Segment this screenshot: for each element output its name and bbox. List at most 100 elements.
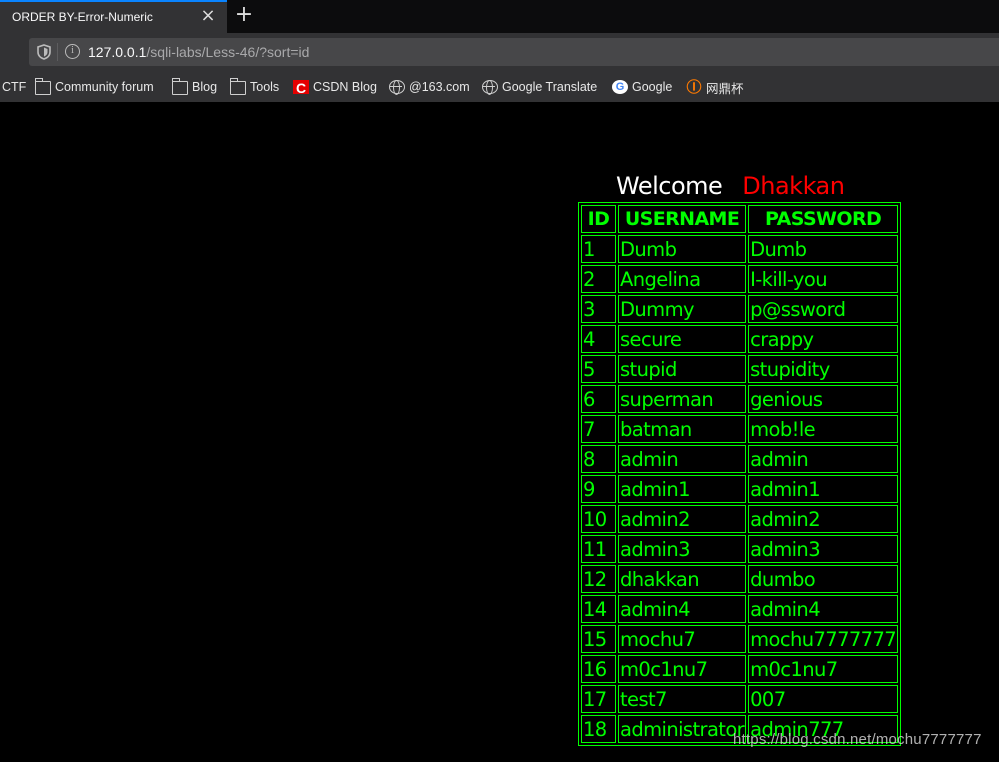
cell-id: 17 xyxy=(581,685,616,713)
cell-username: Dummy xyxy=(618,295,747,323)
url-separator xyxy=(57,43,58,61)
cell-password: m0c1nu7 xyxy=(748,655,899,683)
cell-username: admin xyxy=(618,445,747,473)
table-header-row: ID USERNAME PASSWORD xyxy=(581,205,899,233)
users-table: ID USERNAME PASSWORD 1 Dumb Dumb 2 Angelina I… xyxy=(578,202,902,746)
cell-password: admin4 xyxy=(748,595,899,623)
cell-password: Dumb xyxy=(748,235,899,263)
cell-id: 6 xyxy=(581,385,616,413)
cell-id: 8 xyxy=(581,445,616,473)
cell-id: 11 xyxy=(581,535,616,563)
table-row: 15 mochu7 mochu7777777 xyxy=(581,625,899,653)
nav-bar: i 127.0.0.1/sqli-labs/Less-46/?sort=id xyxy=(0,33,999,71)
cell-id: 18 xyxy=(581,715,616,743)
cell-username: admin4 xyxy=(618,595,747,623)
cell-username: m0c1nu7 xyxy=(618,655,747,683)
cell-username: secure xyxy=(618,325,747,353)
shield-icon[interactable] xyxy=(37,44,51,60)
cell-username: batman xyxy=(618,415,747,443)
folder-icon xyxy=(35,78,51,95)
table-row: 8 admin admin xyxy=(581,445,899,473)
cell-password: admin3 xyxy=(748,535,899,563)
welcome-message: Welcome Dhakkan xyxy=(616,172,845,200)
close-tab-icon[interactable]: × xyxy=(199,7,217,25)
cell-password: 007 xyxy=(748,685,899,713)
header-id: ID xyxy=(581,205,616,233)
url-text[interactable]: 127.0.0.1/sqli-labs/Less-46/?sort=id xyxy=(88,44,309,60)
cell-username: stupid xyxy=(618,355,747,383)
cell-id: 5 xyxy=(581,355,616,383)
cell-password: admin xyxy=(748,445,899,473)
table-row: 3 Dummy p@ssword xyxy=(581,295,899,323)
watermark: https://blog.csdn.net/mochu7777777 xyxy=(733,731,982,748)
cell-password: admin2 xyxy=(748,505,899,533)
tab-bar: ORDER BY-Error-Numeric × + xyxy=(0,0,999,33)
google-icon: G xyxy=(612,80,628,94)
header-password: PASSWORD xyxy=(748,205,899,233)
table-row: 16 m0c1nu7 m0c1nu7 xyxy=(581,655,899,683)
cell-id: 15 xyxy=(581,625,616,653)
cell-password: admin1 xyxy=(748,475,899,503)
cell-password: genious xyxy=(748,385,899,413)
user-name: Dhakkan xyxy=(742,172,845,200)
cell-id: 12 xyxy=(581,565,616,593)
folder-icon xyxy=(172,78,188,95)
table-row: 11 admin3 admin3 xyxy=(581,535,899,563)
bookmark-wangdingbei[interactable]: Ⓘ 网鼎杯 xyxy=(686,79,743,96)
table-row: 12 dhakkan dumbo xyxy=(581,565,899,593)
table-row: 4 secure crappy xyxy=(581,325,899,353)
cell-username: admin2 xyxy=(618,505,747,533)
browser-tab[interactable]: ORDER BY-Error-Numeric × xyxy=(0,0,227,33)
cell-id: 2 xyxy=(581,265,616,293)
info-icon[interactable]: i xyxy=(65,44,80,59)
cell-id: 16 xyxy=(581,655,616,683)
bookmark-blog[interactable]: Blog xyxy=(172,78,217,95)
table-row: 7 batman mob!le xyxy=(581,415,899,443)
cell-username: admin1 xyxy=(618,475,747,503)
cell-id: 1 xyxy=(581,235,616,263)
cell-password: mochu7777777 xyxy=(748,625,899,653)
cell-username: administrator xyxy=(618,715,747,743)
bookmark-tools[interactable]: Tools xyxy=(230,78,279,95)
bookmark-google-translate[interactable]: Google Translate xyxy=(482,79,597,95)
globe-icon xyxy=(482,80,498,95)
tab-title: ORDER BY-Error-Numeric xyxy=(12,10,153,24)
cell-username: mochu7 xyxy=(618,625,747,653)
globe-icon xyxy=(389,80,405,95)
table-row: 2 Angelina I-kill-you xyxy=(581,265,899,293)
bookmark-csdn-blog[interactable]: C CSDN Blog xyxy=(293,79,377,96)
welcome-text: Welcome xyxy=(616,172,723,200)
cell-id: 14 xyxy=(581,595,616,623)
table-row: 6 superman genious xyxy=(581,385,899,413)
table-row: 1 Dumb Dumb xyxy=(581,235,899,263)
cell-password: mob!le xyxy=(748,415,899,443)
csdn-icon: C xyxy=(293,80,309,96)
table-row: 14 admin4 admin4 xyxy=(581,595,899,623)
bookmark-163[interactable]: @163.com xyxy=(389,79,470,95)
header-username: USERNAME xyxy=(618,205,747,233)
cell-id: 3 xyxy=(581,295,616,323)
bookmark-google[interactable]: G Google xyxy=(612,79,672,95)
wangding-icon: Ⓘ xyxy=(686,79,702,96)
bookmark-ctf[interactable]: CTF xyxy=(2,79,26,95)
cell-id: 10 xyxy=(581,505,616,533)
table-row: 5 stupid stupidity xyxy=(581,355,899,383)
cell-username: superman xyxy=(618,385,747,413)
bookmark-community-forum[interactable]: Community forum xyxy=(35,78,154,95)
cell-id: 4 xyxy=(581,325,616,353)
bookmarks-toolbar: CTF Community forum Blog Tools C CSDN Blo… xyxy=(0,71,999,102)
table-row: 17 test7 007 xyxy=(581,685,899,713)
new-tab-button[interactable]: + xyxy=(233,4,255,26)
cell-username: admin3 xyxy=(618,535,747,563)
cell-username: Angelina xyxy=(618,265,747,293)
url-bar[interactable]: i 127.0.0.1/sqli-labs/Less-46/?sort=id xyxy=(29,38,999,66)
table-row: 9 admin1 admin1 xyxy=(581,475,899,503)
cell-username: Dumb xyxy=(618,235,747,263)
folder-icon xyxy=(230,78,246,95)
cell-username: test7 xyxy=(618,685,747,713)
cell-password: p@ssword xyxy=(748,295,899,323)
cell-password: stupidity xyxy=(748,355,899,383)
cell-id: 9 xyxy=(581,475,616,503)
cell-id: 7 xyxy=(581,415,616,443)
cell-password: dumbo xyxy=(748,565,899,593)
